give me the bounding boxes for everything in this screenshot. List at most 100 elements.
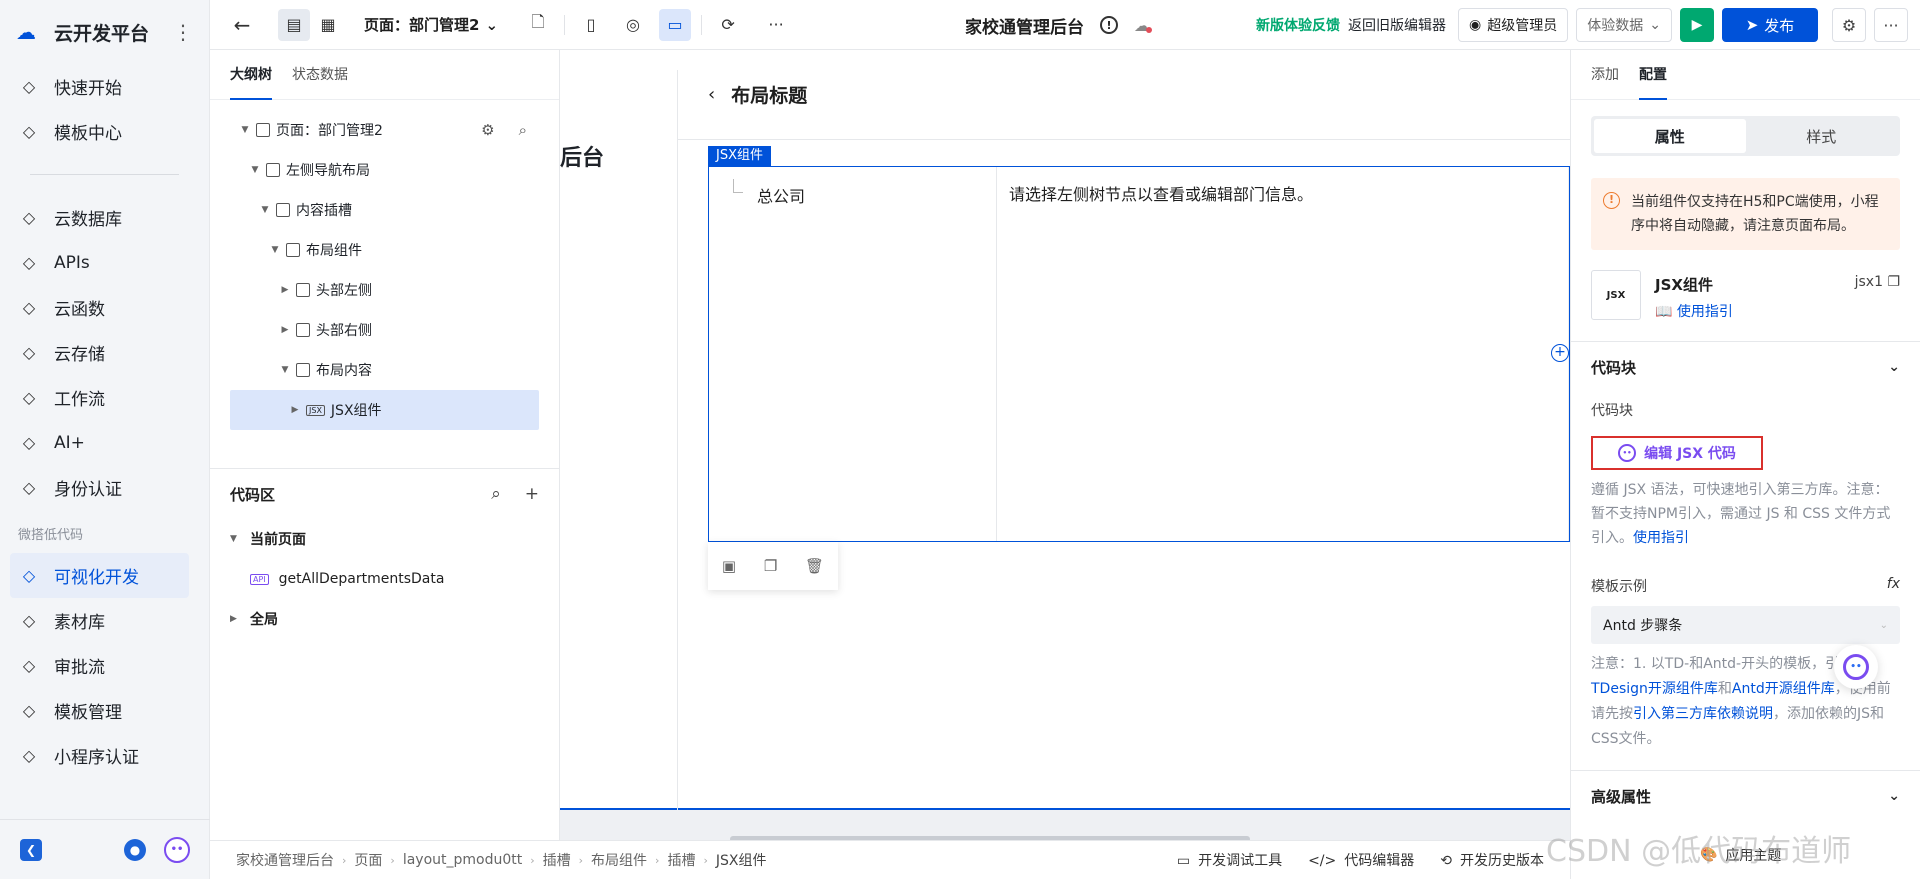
copy-icon[interactable]: ❐ — [764, 557, 777, 575]
breadcrumb-item[interactable]: 插槽 — [543, 850, 571, 870]
caret-right-icon[interactable]: ▶ — [288, 405, 302, 415]
section-code-block[interactable]: 代码块 ⌄ — [1571, 342, 1920, 392]
tree-node[interactable]: ▼ 左侧导航布局 — [230, 150, 539, 190]
jsx-component[interactable]: 总公司 请选择左侧树节点以查看或编辑部门信息。 — [708, 166, 1570, 542]
back-old-editor-link[interactable]: 返回旧版编辑器 — [1348, 15, 1446, 35]
tab-property[interactable]: 属性 — [1594, 119, 1746, 153]
collapse-sidebar-icon[interactable]: ❮ — [20, 838, 42, 861]
settings-gear-icon[interactable]: ⚙ — [481, 121, 494, 139]
add-component-icon[interactable]: + — [1551, 344, 1569, 362]
mobile-device-icon[interactable]: ▯ — [575, 9, 607, 41]
sidebar-item[interactable]: ◇ 云数据库 — [0, 195, 209, 240]
breadcrumb-item[interactable]: 布局组件 — [591, 850, 647, 870]
pc-device-icon[interactable]: ▭ — [659, 8, 692, 41]
tdesign-link[interactable]: TDesign开源组件库 — [1591, 681, 1718, 697]
run-preview-button[interactable]: ▶ — [1680, 8, 1714, 42]
caret-down-icon[interactable]: ▼ — [248, 165, 262, 175]
tree-node[interactable]: 总公司 — [757, 187, 805, 206]
edit-jsx-code-button[interactable]: •• 编辑 JSX 代码 — [1591, 436, 1763, 470]
add-page-icon[interactable]: 🗋 — [522, 9, 554, 41]
sidebar-item[interactable]: ◇ 可视化开发 — [10, 553, 189, 598]
feedback-link[interactable]: 新版体验反馈 — [1256, 15, 1340, 35]
ai-assistant-icon[interactable]: •• — [164, 836, 190, 863]
sidebar-item[interactable]: ◇ APIs — [0, 240, 209, 285]
page-select[interactable]: 页面：部门管理2 ⌄ — [364, 14, 498, 35]
sidebar-item[interactable]: ◇ 快速开始 — [0, 64, 209, 109]
settings-gear-icon[interactable]: ⚙ — [1832, 8, 1866, 42]
fx-expression-icon[interactable]: fx — [1887, 576, 1900, 596]
floating-ai-assistant[interactable]: •• — [1834, 645, 1878, 689]
layout-view-icon[interactable]: ▦ — [312, 9, 344, 41]
tab-config[interactable]: 配置 — [1639, 50, 1667, 100]
tree-node[interactable]: ▼ 页面：部门管理2 ⚙ ⌕ — [230, 110, 539, 150]
more-menu-icon[interactable]: ··· — [1874, 8, 1908, 42]
breadcrumb-item[interactable]: JSX组件 — [716, 850, 767, 870]
copy-icon[interactable]: ❐ — [1887, 274, 1900, 290]
sidebar-item[interactable]: ◇ 模板中心 — [0, 109, 209, 154]
tree-node[interactable]: ▶ JSX JSX组件 — [230, 390, 539, 430]
save-icon[interactable]: ▣ — [722, 557, 736, 575]
sidebar-item[interactable]: ◇ 云函数 — [0, 285, 209, 330]
cloud-status-icon[interactable]: ☁ — [1134, 16, 1152, 35]
page-view-icon[interactable]: ▤ — [278, 8, 310, 41]
search-icon[interactable]: ⌕ — [519, 121, 527, 139]
sidebar-item[interactable]: ◇ 工作流 — [0, 375, 209, 420]
third-party-guide-link[interactable]: 引入第三方库依赖说明 — [1633, 706, 1773, 722]
code-function-item[interactable]: API getAllDepartmentsData — [230, 559, 539, 599]
nav-layout-left[interactable]: 后台 — [560, 70, 678, 810]
breadcrumb-item[interactable]: layout_pmodu0tt — [403, 852, 522, 868]
breadcrumb-item[interactable]: 页面 — [354, 850, 382, 870]
refresh-icon[interactable]: ⟳ — [712, 9, 744, 41]
info-icon[interactable]: ! — [1100, 16, 1118, 34]
sidebar-item[interactable]: ◇ 小程序认证 — [0, 733, 209, 778]
tree-node[interactable]: ▼ 内容插槽 — [230, 190, 539, 230]
tree-node[interactable]: ▶ 头部右侧 — [230, 310, 539, 350]
antd-link[interactable]: Antd开源组件库 — [1732, 681, 1835, 697]
caret-right-icon[interactable]: ▶ — [278, 325, 292, 335]
status-tool-button[interactable]: ⟲ 开发历史版本 — [1440, 850, 1544, 870]
layout-header[interactable]: ‹ 布局标题 — [678, 50, 1570, 140]
help-guide-link[interactable]: 使用指引 — [1633, 530, 1689, 546]
caret-down-icon[interactable]: ▼ — [238, 125, 252, 135]
sidebar-item[interactable]: ◇ 素材库 — [0, 598, 209, 643]
more-vertical-icon[interactable]: ⋮ — [173, 20, 193, 44]
tab-style[interactable]: 样式 — [1746, 119, 1898, 153]
tree-node[interactable]: ▼ 布局组件 — [230, 230, 539, 270]
breadcrumb-item[interactable]: 插槽 — [667, 850, 695, 870]
sidebar-item[interactable]: ◇ AI+ — [0, 420, 209, 465]
tab-state-data[interactable]: 状态数据 — [292, 50, 348, 100]
back-arrow-icon[interactable]: ← — [226, 9, 258, 41]
more-horizontal-icon[interactable]: ··· — [760, 9, 792, 41]
user-role-button[interactable]: ◉ 超级管理员 — [1458, 8, 1569, 42]
caret-down-icon[interactable]: ▼ — [268, 245, 282, 255]
status-tool-button[interactable]: ▭ 开发调试工具 — [1177, 850, 1282, 870]
breadcrumb-item[interactable]: 家校通管理后台 — [236, 850, 334, 870]
publish-button[interactable]: ➤ 发布 — [1722, 8, 1818, 42]
layout-node-icon — [286, 243, 300, 257]
back-chevron-icon[interactable]: ‹ — [708, 84, 715, 105]
template-select[interactable]: Antd 步骤条 ⌄ — [1591, 606, 1900, 644]
caret-right-icon[interactable]: ▶ — [278, 285, 292, 295]
caret-down-icon[interactable]: ▼ — [278, 365, 292, 375]
user-avatar-icon[interactable]: ● — [124, 838, 146, 861]
sidebar-item[interactable]: ◇ 审批流 — [0, 643, 209, 688]
add-icon[interactable]: + — [525, 484, 539, 504]
code-group-global[interactable]: ▶ 全局 — [230, 599, 539, 639]
section-advanced[interactable]: 高级属性 ⌄ — [1571, 771, 1920, 821]
component-guide-link[interactable]: 📖 使用指引 — [1655, 301, 1733, 321]
sidebar-item[interactable]: ◇ 云存储 — [0, 330, 209, 375]
tab-add[interactable]: 添加 — [1591, 50, 1619, 100]
sidebar-item[interactable]: ◇ 模板管理 — [0, 688, 209, 733]
search-icon[interactable]: ⌕ — [491, 484, 501, 504]
tree-node[interactable]: ▼ 布局内容 — [230, 350, 539, 390]
data-mode-select[interactable]: 体验数据 ⌄ — [1576, 8, 1672, 42]
miniprogram-device-icon[interactable]: ◎ — [617, 9, 649, 41]
tab-outline-tree[interactable]: 大纲树 — [230, 50, 272, 100]
delete-icon[interactable]: 🗑 — [805, 557, 824, 575]
caret-down-icon[interactable]: ▼ — [258, 205, 272, 215]
status-tool-button[interactable]: </> 代码编辑器 — [1308, 850, 1414, 870]
code-group-current-page[interactable]: ▼ 当前页面 — [230, 519, 539, 559]
sidebar-item[interactable]: ◇ 身份认证 — [0, 465, 209, 510]
code-section: 代码区 ⌕ + ▼ 当前页面 API getAllDepartmentsData… — [210, 468, 559, 639]
tree-node[interactable]: ▶ 头部左侧 — [230, 270, 539, 310]
